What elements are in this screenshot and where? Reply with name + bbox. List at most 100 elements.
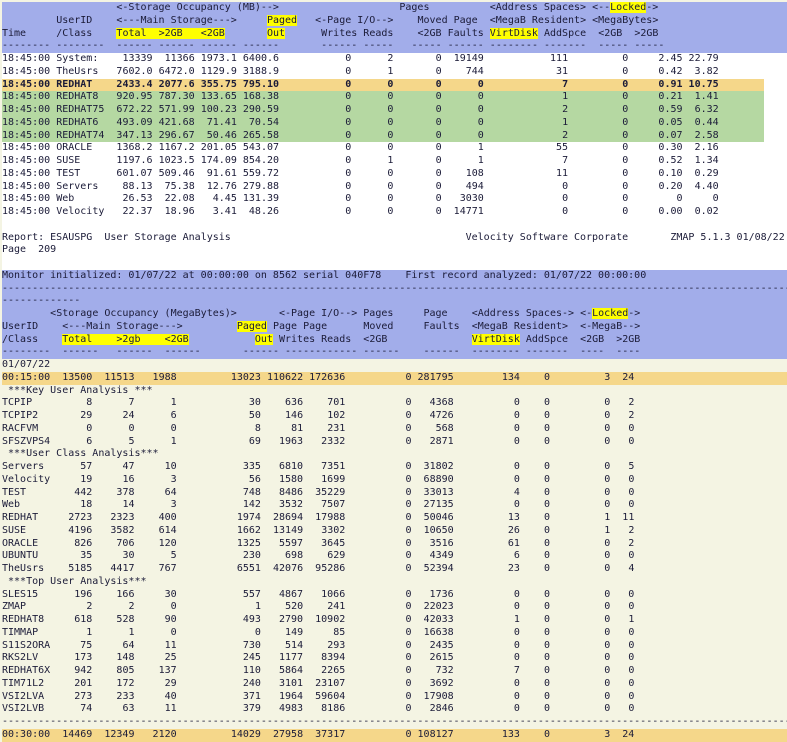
cell-lt2gb: 174.09 (201, 155, 237, 166)
label: Velocity Software Corporate (466, 232, 629, 243)
cell-virtdisk: 0 (562, 181, 568, 192)
cell-addspce: 0 (544, 461, 550, 472)
cell-page-writes: 2790 (279, 614, 303, 625)
cell-locked-lt2gb: 0.10 (658, 168, 682, 179)
cell-time: 18:45:00 (2, 206, 50, 217)
label: <-Page I/O--> (315, 15, 393, 26)
table-row: TEST 442 378 64 748 8486 35229 0 33013 4… (2, 487, 787, 500)
cell-pages-moved: 0 (405, 461, 411, 472)
cell-addspce: 0 (622, 130, 628, 141)
cell-page-reads: 10902 (315, 614, 345, 625)
cell-paged-out: 142 (243, 499, 261, 510)
cell-page-faults: 3030 (460, 193, 484, 204)
cell-gt2gb: 64 (122, 640, 134, 651)
label: <Storage Occupancy (MegaBytes)> (50, 308, 237, 319)
label: Pages (363, 308, 393, 319)
cell-page-reads: 2332 (321, 436, 345, 447)
cell-pages-moved: 0 (405, 474, 411, 485)
cell-addspce: 0 (544, 691, 550, 702)
cell-page-faults: 0 (478, 91, 484, 102)
cell-userid: REDHAT (56, 79, 92, 90)
cell-lt2gb: 0 (171, 627, 177, 638)
cell-total: 75 (80, 640, 92, 651)
cell-addspce: 0 (622, 181, 628, 192)
cell-lt2gb: 0 (171, 601, 177, 612)
cell-total: 22.37 (122, 206, 152, 217)
cell-gt2gb: 47 (122, 461, 134, 472)
cell-total: 672.22 (116, 104, 152, 115)
cell-pages-moved: 0 (405, 423, 411, 434)
cell-addspce: 0 (544, 550, 550, 561)
label: ------ (321, 346, 357, 357)
cell-virtdisk: 1 (562, 117, 568, 128)
cell-page-faults: 568 (436, 423, 454, 434)
cell-addspce: 0 (544, 665, 550, 676)
top-table-body: 18:45:00 System: 13339 11366 1973.1 6400… (2, 53, 787, 219)
cell-addspce: 0 (544, 627, 550, 638)
report-line: Report: ESAUSPG User Storage Analysis Ve… (2, 232, 787, 245)
table-row: 18:45:00 TheUsrs 7602.0 6472.0 1129.9 31… (2, 66, 787, 79)
cell-page-writes: 0 (345, 206, 351, 217)
cell-paged-out: 168.38 (243, 91, 279, 102)
cell-locked-gt2gb: 0 (628, 691, 634, 702)
cell-locked-lt2gb: 0.42 (658, 66, 682, 77)
cell-page-reads: 102 (327, 410, 345, 421)
cell-locked-gt2gb: 0 (628, 665, 634, 676)
cell-addspce: 0 (622, 193, 628, 204)
cell-virtdisk: 0 (514, 601, 520, 612)
cell-locked-gt2gb: 2.16 (695, 142, 719, 153)
zmap-report-screen: <-Storage Occupancy (MB)--> Pages <Addre… (0, 0, 787, 742)
cell-page-reads: 241 (327, 601, 345, 612)
cell-time: 18:45:00 (2, 104, 50, 115)
label: 209 (38, 244, 56, 255)
cell-pages-moved: 0 (405, 397, 411, 408)
cell-page-faults: 52394 (424, 563, 454, 574)
label: /Class (56, 28, 92, 39)
cell-userid: TEST (56, 168, 80, 179)
cell-page-faults: 1 (478, 142, 484, 153)
cell-locked-lt2gb: 0 (604, 436, 610, 447)
cell-lt2gb: 614 (159, 525, 177, 536)
label: ------- (544, 40, 586, 51)
cell-locked-gt2gb: 6.32 (695, 104, 719, 115)
cell-userid: TheUsrs (56, 66, 98, 77)
cell-total: 26.53 (122, 193, 152, 204)
table-row: VSI2LVB 74 63 11 379 4983 8186 0 2846 0 … (2, 703, 787, 716)
cell-paged-out: 13023 (231, 372, 261, 383)
cell-userid: ORACLE (2, 538, 38, 549)
cell-userid: REDHAT75 (56, 104, 104, 115)
cell-page-faults: 16638 (424, 627, 454, 638)
label: First record analyzed: 01/07/22 00:00:00 (405, 270, 646, 281)
cell-userid: SUSE (56, 155, 80, 166)
cell-page-reads: 8394 (321, 652, 345, 663)
cell-locked-gt2gb: 22.79 (689, 53, 719, 64)
cell-locked-gt2gb: 4.40 (695, 181, 719, 192)
cell-paged-out: 559.72 (243, 168, 279, 179)
cell-userid: Servers (56, 181, 98, 192)
cell-locked-gt2gb: 0 (628, 601, 634, 612)
cell-gt2gb: 12349 (104, 729, 134, 740)
cell-locked-lt2gb: 0.91 (658, 79, 682, 90)
cell-page-reads: 95286 (315, 563, 345, 574)
cell-gt2gb: 4417 (110, 563, 134, 574)
cell-addspce: 0 (544, 563, 550, 574)
cell-gt2gb: 6472.0 (159, 66, 195, 77)
cell-gt2gb: 148 (116, 652, 134, 663)
cell-locked-lt2gb: 0 (604, 665, 610, 676)
cell-total: 2723 (68, 512, 92, 523)
cell-locked-gt2gb: 11 (622, 512, 634, 523)
highlighted-label: Out (267, 28, 285, 39)
cell-pages-moved: 0 (405, 410, 411, 421)
cell-paged-out: 110 (243, 665, 261, 676)
cell-lt2gb: 133.65 (201, 91, 237, 102)
label: -------- (472, 346, 520, 357)
cell-paged-out: 56 (249, 474, 261, 485)
label: <2GB (580, 334, 604, 345)
cell-addspce: 0 (544, 678, 550, 689)
cell-page-reads: 0 (387, 130, 393, 141)
cell-locked-gt2gb: 0 (628, 487, 634, 498)
section-title: ***Top User Analysis*** (2, 576, 787, 589)
cell-gt2gb: 63 (122, 703, 134, 714)
cell-page-reads: 2 (387, 53, 393, 64)
label: ------ (201, 40, 237, 51)
